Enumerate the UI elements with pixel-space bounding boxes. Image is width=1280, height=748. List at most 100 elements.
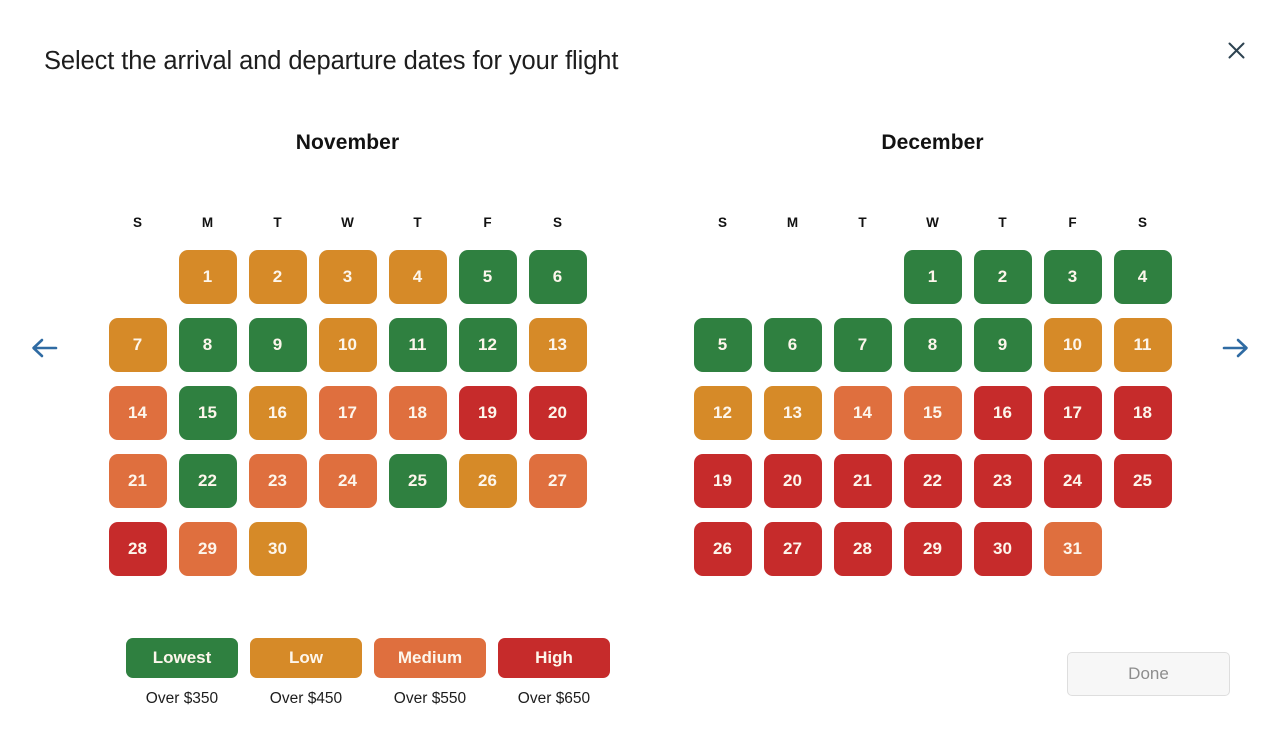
day-cell-december-23[interactable]: 23 bbox=[973, 453, 1032, 508]
day-cell-november-3[interactable]: 3 bbox=[318, 249, 377, 304]
day-cell-november-9[interactable]: 9 bbox=[248, 317, 307, 372]
day-cell-december-6[interactable]: 6 bbox=[763, 317, 822, 372]
close-button[interactable] bbox=[1222, 36, 1250, 64]
day-slot: 24 bbox=[313, 450, 383, 511]
day-cell-november-26[interactable]: 26 bbox=[458, 453, 517, 508]
day-cell-november-18[interactable]: 18 bbox=[388, 385, 447, 440]
day-cell-november-25[interactable]: 25 bbox=[388, 453, 447, 508]
day-cell-november-2[interactable]: 2 bbox=[248, 249, 307, 304]
day-cell-december-24[interactable]: 24 bbox=[1043, 453, 1102, 508]
day-cell-november-20[interactable]: 20 bbox=[528, 385, 587, 440]
modal-header: Select the arrival and departure dates f… bbox=[0, 0, 1280, 112]
day-cell-december-3[interactable]: 3 bbox=[1043, 249, 1102, 304]
day-slot: 9 bbox=[243, 314, 313, 375]
day-cell-december-1[interactable]: 1 bbox=[903, 249, 962, 304]
day-slot: 22 bbox=[173, 450, 243, 511]
date-picker-modal: Select the arrival and departure dates f… bbox=[0, 0, 1280, 748]
day-slot: 28 bbox=[828, 518, 898, 579]
day-cell-november-11[interactable]: 11 bbox=[388, 317, 447, 372]
day-cell-december-13[interactable]: 13 bbox=[763, 385, 822, 440]
day-cell-november-30[interactable]: 30 bbox=[248, 521, 307, 576]
day-cell-november-29[interactable]: 29 bbox=[178, 521, 237, 576]
day-slot: 4 bbox=[1108, 246, 1178, 307]
empty-day-slot bbox=[103, 246, 173, 307]
day-cell-november-21[interactable]: 21 bbox=[108, 453, 167, 508]
day-cell-december-14[interactable]: 14 bbox=[833, 385, 892, 440]
day-cell-november-22[interactable]: 22 bbox=[178, 453, 237, 508]
day-cell-december-20[interactable]: 20 bbox=[763, 453, 822, 508]
day-slot: 19 bbox=[688, 450, 758, 511]
day-cell-december-26[interactable]: 26 bbox=[693, 521, 752, 576]
day-slot: 9 bbox=[968, 314, 1038, 375]
day-cell-december-16[interactable]: 16 bbox=[973, 385, 1032, 440]
weekday-label: M bbox=[201, 215, 214, 230]
empty-day-slot bbox=[688, 246, 758, 307]
day-grid: 1 2 3 4 5 6 7 8 9 10 11 12 13 14 15 16 17 18 19 20 21 22 23 24 2… bbox=[103, 246, 593, 579]
weekday-label: M bbox=[786, 215, 799, 230]
day-cell-november-16[interactable]: 16 bbox=[248, 385, 307, 440]
day-slot: 23 bbox=[968, 450, 1038, 511]
legend-caption: Over $650 bbox=[517, 690, 591, 707]
legend-chip: Lowest bbox=[126, 638, 238, 678]
day-cell-november-28[interactable]: 28 bbox=[108, 521, 167, 576]
day-slot: 20 bbox=[758, 450, 828, 511]
day-cell-december-28[interactable]: 28 bbox=[833, 521, 892, 576]
day-cell-december-11[interactable]: 11 bbox=[1113, 317, 1172, 372]
day-slot: 17 bbox=[1038, 382, 1108, 443]
day-slot: 11 bbox=[383, 314, 453, 375]
day-cell-december-12[interactable]: 12 bbox=[693, 385, 752, 440]
day-cell-november-1[interactable]: 1 bbox=[178, 249, 237, 304]
day-slot: 15 bbox=[898, 382, 968, 443]
day-cell-november-12[interactable]: 12 bbox=[458, 317, 517, 372]
day-cell-november-27[interactable]: 27 bbox=[528, 453, 587, 508]
day-cell-december-17[interactable]: 17 bbox=[1043, 385, 1102, 440]
weekday-label: S bbox=[1137, 215, 1147, 230]
day-cell-december-29[interactable]: 29 bbox=[903, 521, 962, 576]
month-title: November bbox=[295, 131, 400, 154]
day-cell-december-30[interactable]: 30 bbox=[973, 521, 1032, 576]
day-cell-november-23[interactable]: 23 bbox=[248, 453, 307, 508]
day-slot: 2 bbox=[968, 246, 1038, 307]
day-cell-december-18[interactable]: 18 bbox=[1113, 385, 1172, 440]
day-cell-december-2[interactable]: 2 bbox=[973, 249, 1032, 304]
day-cell-december-25[interactable]: 25 bbox=[1113, 453, 1172, 508]
day-cell-december-27[interactable]: 27 bbox=[763, 521, 822, 576]
weekday-label: T bbox=[273, 215, 282, 230]
weekday-label: S bbox=[132, 215, 142, 230]
day-cell-december-8[interactable]: 8 bbox=[903, 317, 962, 372]
day-cell-december-22[interactable]: 22 bbox=[903, 453, 962, 508]
day-cell-november-10[interactable]: 10 bbox=[318, 317, 377, 372]
day-cell-december-7[interactable]: 7 bbox=[833, 317, 892, 372]
weekday-header-row: SMTWTFS bbox=[103, 214, 593, 232]
month-title: December bbox=[881, 131, 984, 154]
day-cell-december-4[interactable]: 4 bbox=[1113, 249, 1172, 304]
day-cell-december-10[interactable]: 10 bbox=[1043, 317, 1102, 372]
day-cell-november-4[interactable]: 4 bbox=[388, 249, 447, 304]
day-cell-november-15[interactable]: 15 bbox=[178, 385, 237, 440]
day-cell-november-6[interactable]: 6 bbox=[528, 249, 587, 304]
empty-day-cell bbox=[694, 250, 752, 304]
day-slot: 15 bbox=[173, 382, 243, 443]
day-cell-november-5[interactable]: 5 bbox=[458, 249, 517, 304]
day-cell-november-13[interactable]: 13 bbox=[528, 317, 587, 372]
day-cell-december-21[interactable]: 21 bbox=[833, 453, 892, 508]
day-cell-november-8[interactable]: 8 bbox=[178, 317, 237, 372]
day-slot: 16 bbox=[243, 382, 313, 443]
day-cell-november-14[interactable]: 14 bbox=[108, 385, 167, 440]
day-cell-november-17[interactable]: 17 bbox=[318, 385, 377, 440]
done-button[interactable]: Done bbox=[1067, 652, 1230, 696]
day-slot: 27 bbox=[758, 518, 828, 579]
day-slot: 23 bbox=[243, 450, 313, 511]
day-cell-november-19[interactable]: 19 bbox=[458, 385, 517, 440]
day-cell-december-5[interactable]: 5 bbox=[693, 317, 752, 372]
day-cell-december-9[interactable]: 9 bbox=[973, 317, 1032, 372]
day-cell-november-7[interactable]: 7 bbox=[108, 317, 167, 372]
day-cell-december-15[interactable]: 15 bbox=[903, 385, 962, 440]
day-cell-december-19[interactable]: 19 bbox=[693, 453, 752, 508]
weekday-label: F bbox=[1068, 215, 1077, 230]
day-slot: 14 bbox=[103, 382, 173, 443]
day-slot: 3 bbox=[1038, 246, 1108, 307]
day-cell-november-24[interactable]: 24 bbox=[318, 453, 377, 508]
day-cell-december-31[interactable]: 31 bbox=[1043, 521, 1102, 576]
day-slot: 22 bbox=[898, 450, 968, 511]
